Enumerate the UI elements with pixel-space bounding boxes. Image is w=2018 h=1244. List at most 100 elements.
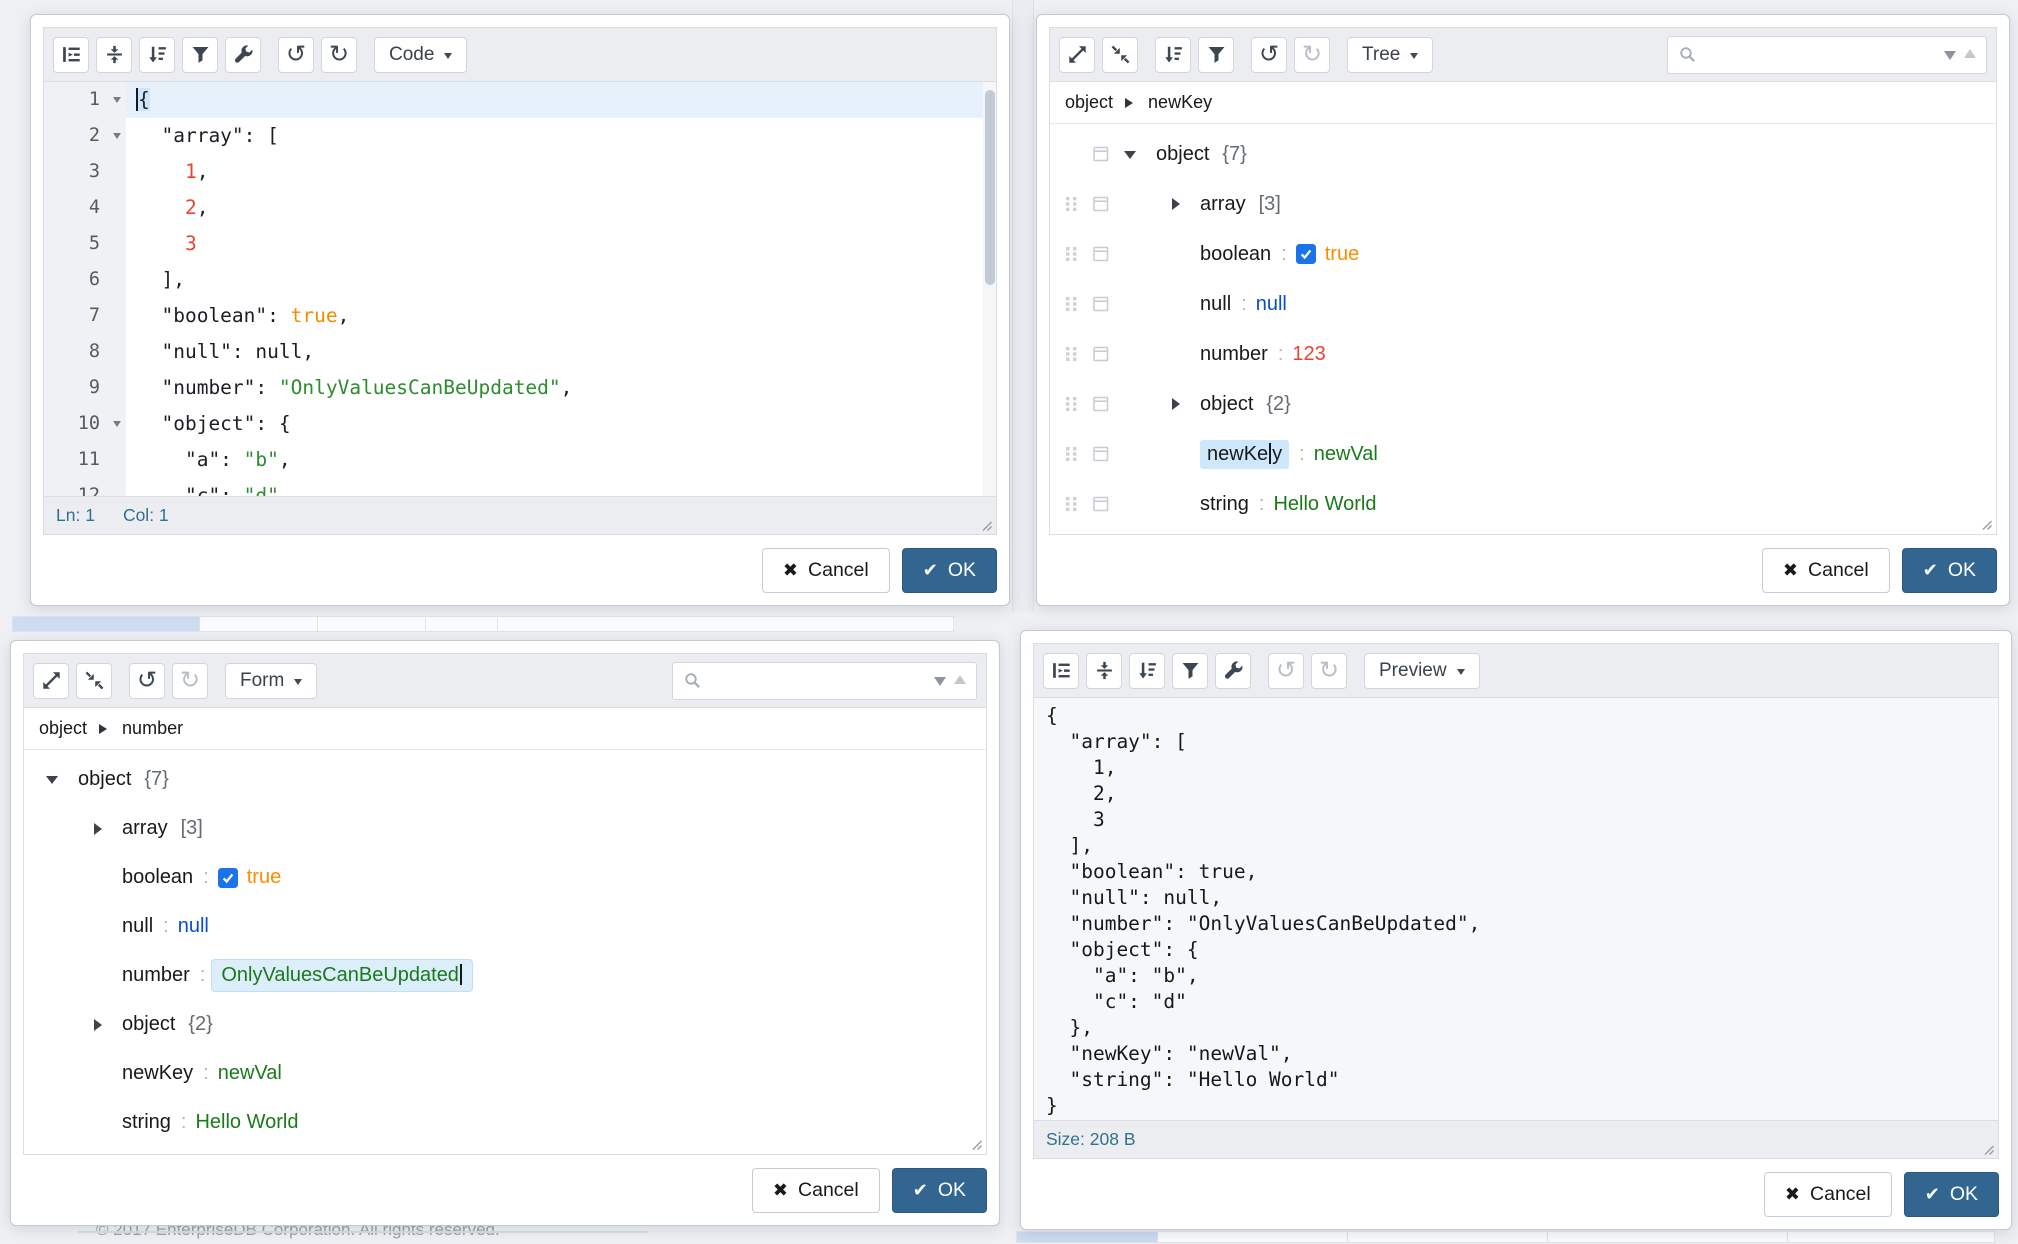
ok-button[interactable]: ✔OK [902,548,997,593]
tree-row[interactable]: string:Hello World [24,1098,986,1147]
breadcrumb-item[interactable]: newKey [1148,92,1212,113]
field-name[interactable]: boolean [1200,243,1271,266]
breadcrumb-item[interactable]: number [122,718,183,739]
code-line-text[interactable]: "a": "b", [126,442,996,478]
repair-button[interactable] [1215,653,1251,689]
drag-handle-icon[interactable] [1058,195,1084,213]
tree-row[interactable]: array[3] [24,804,986,853]
tree-row[interactable]: object{2} [24,1000,986,1049]
code-line[interactable]: 1{ [44,82,996,118]
field-name[interactable]: object [122,1013,175,1036]
drag-handle-icon[interactable] [1058,395,1084,413]
code-line[interactable]: 5 3 [44,226,996,262]
tree-row[interactable]: null:null [1050,279,1996,329]
row-actions-menu-button[interactable] [1084,445,1118,463]
code-line-text[interactable]: "object": { [126,406,996,442]
row-actions-menu-button[interactable] [1084,295,1118,313]
row-actions-menu-button[interactable] [1084,195,1118,213]
compact-button[interactable] [1086,653,1122,689]
field-name[interactable]: object [78,768,131,791]
code-line[interactable]: 8 "null": null, [44,334,996,370]
field-name[interactable]: number [122,964,190,987]
field-name[interactable]: newKey [122,1062,193,1085]
drag-handle-icon[interactable] [1058,245,1084,263]
row-actions-menu-button[interactable] [1084,495,1118,513]
collapse-node-icon[interactable] [40,769,78,790]
code-line[interactable]: 4 2, [44,190,996,226]
code-line[interactable]: 3 1, [44,154,996,190]
code-line[interactable]: 9 "number": "OnlyValuesCanBeUpdated", [44,370,996,406]
field-name[interactable]: array [1200,193,1246,216]
filter-button[interactable] [182,37,218,73]
expand-node-icon[interactable] [84,1019,122,1031]
expand-node-icon[interactable] [1162,198,1200,210]
tree-row[interactable]: array[3] [1050,179,1996,229]
resize-handle-icon[interactable] [1981,1142,1995,1156]
row-actions-menu-button[interactable] [1084,345,1118,363]
tree-row[interactable]: newKey:newVal [24,1049,986,1098]
field-value[interactable]: true [247,866,281,889]
tree-row[interactable]: newKey:newVal [1050,429,1996,479]
search-input[interactable] [1705,45,1936,65]
resize-handle-icon[interactable] [969,1137,983,1151]
row-actions-menu-button[interactable] [1084,395,1118,413]
field-name[interactable]: array [122,817,168,840]
tree-row[interactable]: object{2} [1050,379,1996,429]
code-line[interactable]: 6 ], [44,262,996,298]
field-value[interactable]: Hello World [195,1111,298,1134]
resize-handle-icon[interactable] [979,518,993,532]
sort-button[interactable] [1129,653,1165,689]
filter-button[interactable] [1198,37,1234,73]
mode-selector-button[interactable]: Tree [1347,37,1433,73]
mode-selector-button[interactable]: Preview [1364,653,1480,689]
field-value[interactable]: 123 [1292,343,1325,366]
code-line-text[interactable]: 3 [126,226,996,262]
code-line-text[interactable]: "array": [ [126,118,996,154]
code-line-text[interactable]: "null": null, [126,334,996,370]
drag-handle-icon[interactable] [1058,345,1084,363]
code-line[interactable]: 7 "boolean": true, [44,298,996,334]
tree-row[interactable]: object{7} [1050,129,1996,179]
field-name[interactable]: newKey [1200,440,1289,469]
search-previous-icon[interactable] [954,669,966,684]
code-text-area[interactable]: 1{2 "array": [3 1,4 2,5 36 ],7 "boolean"… [44,82,996,496]
redo-button[interactable]: ↻ [1294,37,1330,73]
tree-row[interactable]: boolean:true [1050,229,1996,279]
field-value[interactable]: true [1325,243,1359,266]
undo-button[interactable]: ↺ [1268,653,1304,689]
boolean-checkbox[interactable] [218,868,238,888]
scrollbar-thumb[interactable] [985,90,995,285]
code-line-text[interactable]: 2, [126,190,996,226]
ok-button[interactable]: ✔OK [1904,1172,1999,1217]
sort-button[interactable] [1155,37,1191,73]
field-name[interactable]: boolean [122,866,193,889]
boolean-checkbox[interactable] [1296,244,1316,264]
redo-button[interactable]: ↻ [321,37,357,73]
tree-row[interactable]: null:null [24,902,986,951]
code-line-text[interactable]: ], [126,262,996,298]
sort-button[interactable] [139,37,175,73]
compact-button[interactable] [96,37,132,73]
collapse-node-icon[interactable] [1118,144,1156,165]
cancel-button[interactable]: ✖Cancel [1762,548,1890,593]
redo-button[interactable]: ↻ [1311,653,1347,689]
undo-button[interactable]: ↺ [129,663,165,699]
fold-toggle-icon[interactable] [113,421,121,431]
collapse-all-button[interactable] [76,663,112,699]
field-value[interactable]: null [1256,293,1287,316]
format-button[interactable] [1043,653,1079,689]
tree-row[interactable]: object{7} [24,755,986,804]
field-value[interactable]: newVal [1314,443,1378,466]
drag-handle-icon[interactable] [1058,295,1084,313]
undo-button[interactable]: ↺ [1251,37,1287,73]
field-name[interactable]: null [1200,293,1231,316]
field-value[interactable]: null [178,915,209,938]
fold-toggle-icon[interactable] [113,97,121,107]
code-line-text[interactable]: "boolean": true, [126,298,996,334]
tree-row[interactable]: boolean:true [24,853,986,902]
expand-node-icon[interactable] [84,823,122,835]
search-next-icon[interactable] [934,677,946,692]
code-line-text[interactable]: { [126,82,996,118]
code-line-text[interactable]: 1, [126,154,996,190]
ok-button[interactable]: ✔OK [1902,548,1997,593]
